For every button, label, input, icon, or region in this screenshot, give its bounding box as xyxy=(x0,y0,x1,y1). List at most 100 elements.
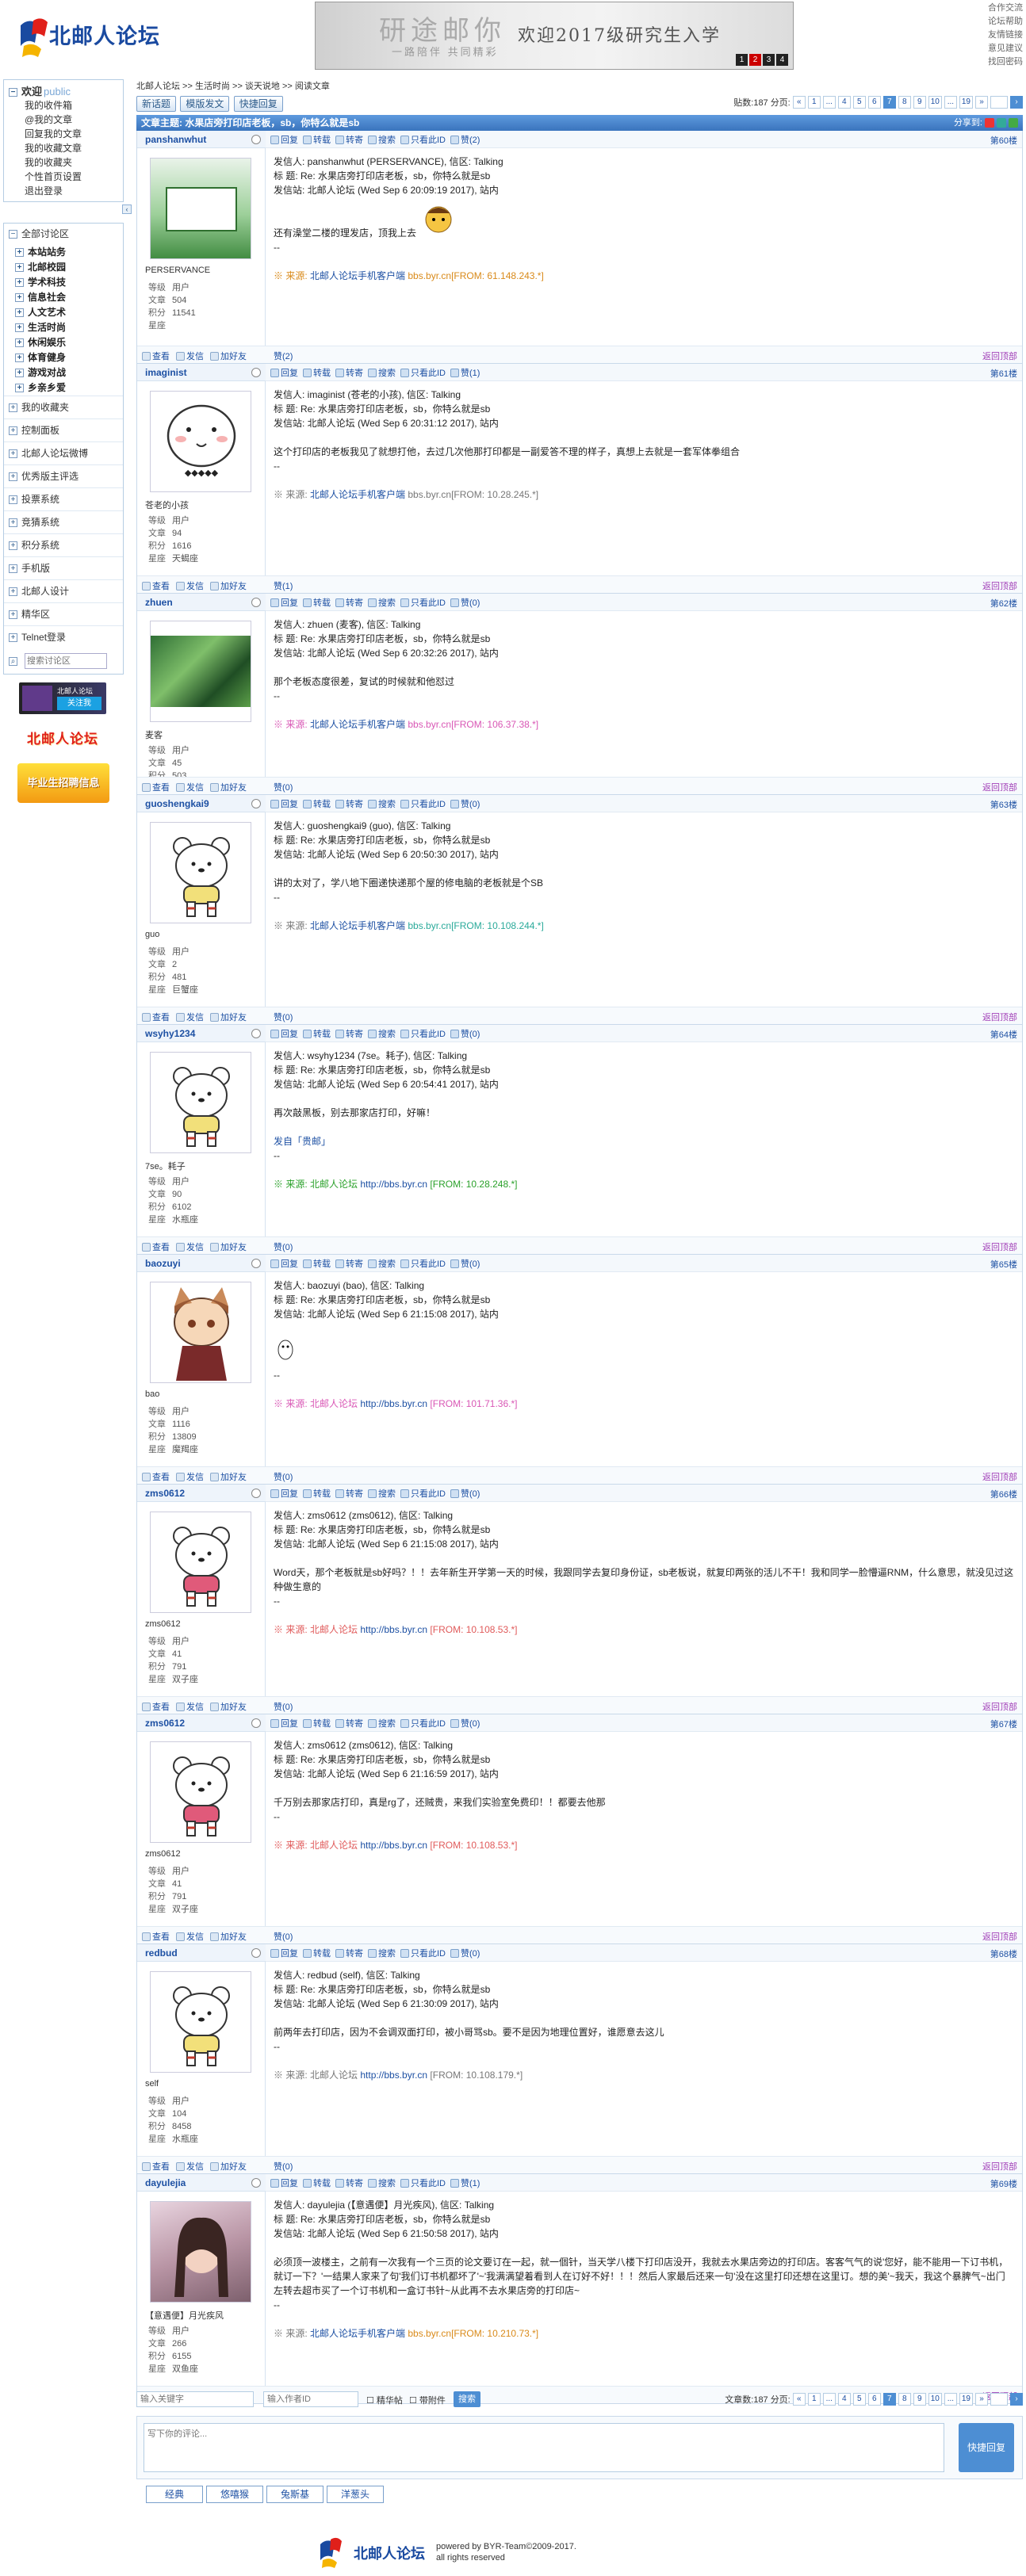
user-link[interactable]: 我的收件箱 xyxy=(9,98,118,113)
footer-like[interactable]: 赞(0) xyxy=(274,781,293,793)
top-link[interactable]: 友情链接 xyxy=(988,29,1023,42)
emoticon-tab[interactable]: 洋葱头 xyxy=(327,2486,384,2503)
expand-icon[interactable]: + xyxy=(15,323,24,333)
user-link[interactable]: 我的收藏夹 xyxy=(9,155,118,170)
only-action[interactable]: 只看此ID xyxy=(400,366,446,379)
forward-action[interactable]: 转载 xyxy=(303,133,331,146)
mail-action[interactable]: 发信 xyxy=(176,781,204,793)
board-section[interactable]: + 信息社会 xyxy=(15,290,123,305)
mail-action[interactable]: 发信 xyxy=(176,1470,204,1483)
avatar[interactable]: ◆◆◆◆◆ xyxy=(150,391,251,492)
transfer-action[interactable]: 转寄 xyxy=(335,797,363,810)
bottom-search-button[interactable]: 搜索 xyxy=(454,2391,480,2407)
view-action[interactable]: 查看 xyxy=(142,579,170,592)
floor-link[interactable]: 第61楼 xyxy=(990,367,1017,380)
view-action[interactable]: 查看 xyxy=(142,350,170,362)
view-action[interactable]: 查看 xyxy=(142,1011,170,1023)
forward-action[interactable]: 转载 xyxy=(303,1717,331,1729)
page-link[interactable]: 1 xyxy=(807,96,821,109)
forward-action[interactable]: 转载 xyxy=(303,1027,331,1040)
page-link[interactable]: 10 xyxy=(928,96,942,109)
expand-icon[interactable]: + xyxy=(9,495,17,505)
avatar[interactable] xyxy=(150,1971,251,2073)
source-link[interactable]: http://bbs.byr.cn xyxy=(360,1398,427,1409)
expand-icon[interactable]: + xyxy=(9,426,17,436)
template-post-button[interactable]: 模版发文 xyxy=(180,96,230,112)
renren-share-icon[interactable] xyxy=(1009,118,1018,128)
top-link[interactable]: 合作交流 xyxy=(988,2,1023,15)
footer-like[interactable]: 赞(0) xyxy=(274,1470,293,1483)
back-to-top-link[interactable]: 返回顶部 xyxy=(982,1470,1017,1483)
expand-icon[interactable]: + xyxy=(15,338,24,348)
banner-page-dot[interactable]: 2 xyxy=(749,54,761,66)
only-action[interactable]: 只看此ID xyxy=(400,596,446,609)
avatar[interactable] xyxy=(150,1512,251,1613)
reply-action[interactable]: 回复 xyxy=(270,797,298,810)
expand-icon[interactable]: + xyxy=(9,449,17,459)
like-action[interactable]: 赞(0) xyxy=(450,1717,480,1729)
like-action[interactable]: 赞(2) xyxy=(450,133,480,146)
new-topic-button[interactable]: 新话题 xyxy=(136,96,177,112)
reply-action[interactable]: 回复 xyxy=(270,366,298,379)
like-action[interactable]: 赞(0) xyxy=(450,1257,480,1270)
expand-icon[interactable]: + xyxy=(15,293,24,303)
page-link[interactable]: ... xyxy=(822,2393,836,2406)
back-to-top-link[interactable]: 返回顶部 xyxy=(982,1011,1017,1023)
board-section[interactable]: + 体育健身 xyxy=(15,350,123,365)
forward-action[interactable]: 转载 xyxy=(303,797,331,810)
board-section[interactable]: + 学术科技 xyxy=(15,275,123,290)
page-link[interactable]: 10 xyxy=(928,2393,942,2406)
qq-share-icon[interactable] xyxy=(997,118,1006,128)
forward-action[interactable]: 转载 xyxy=(303,366,331,379)
transfer-action[interactable]: 转寄 xyxy=(335,366,363,379)
source-link[interactable]: 北邮人论坛手机客户端 xyxy=(310,270,405,281)
add-friend-action[interactable]: 加好友 xyxy=(210,1011,247,1023)
sidebar-item[interactable]: + 我的收藏夹 xyxy=(4,396,123,419)
avatar[interactable] xyxy=(150,621,251,722)
footer-like[interactable]: 赞(1) xyxy=(274,579,293,592)
author-id-link[interactable]: zms0612 xyxy=(145,1488,185,1499)
floor-link[interactable]: 第69楼 xyxy=(990,2177,1017,2190)
like-action[interactable]: 赞(1) xyxy=(450,366,480,379)
search-action[interactable]: 搜索 xyxy=(368,1257,396,1270)
top-link[interactable]: 论坛帮助 xyxy=(988,15,1023,29)
add-friend-action[interactable]: 加好友 xyxy=(210,1470,247,1483)
add-friend-action[interactable]: 加好友 xyxy=(210,2160,247,2173)
expand-icon[interactable]: + xyxy=(9,610,17,620)
user-link[interactable]: 个性首页设置 xyxy=(9,170,118,184)
sidebar-item[interactable]: + 精华区 xyxy=(4,602,123,625)
add-friend-action[interactable]: 加好友 xyxy=(210,579,247,592)
floor-link[interactable]: 第62楼 xyxy=(990,597,1017,610)
page-link[interactable]: « xyxy=(792,96,806,109)
forward-action[interactable]: 转载 xyxy=(303,1257,331,1270)
reply-textarea[interactable] xyxy=(144,2423,944,2472)
mail-action[interactable]: 发信 xyxy=(176,1700,204,1713)
reply-action[interactable]: 回复 xyxy=(270,1947,298,1959)
expand-icon[interactable]: + xyxy=(15,263,24,273)
reply-action[interactable]: 回复 xyxy=(270,1717,298,1729)
page-jump-input[interactable] xyxy=(990,2393,1008,2406)
like-action[interactable]: 赞(0) xyxy=(450,797,480,810)
emoticon-tab[interactable]: 兔斯基 xyxy=(266,2486,323,2503)
page-link[interactable]: 7 xyxy=(882,96,896,109)
search-action[interactable]: 搜索 xyxy=(368,366,396,379)
user-link[interactable]: 回复我的文章 xyxy=(9,127,118,141)
page-link[interactable]: 6 xyxy=(867,2393,881,2406)
page-link[interactable]: 19 xyxy=(959,2393,973,2406)
avatar[interactable] xyxy=(150,822,251,923)
forward-action[interactable]: 转载 xyxy=(303,1487,331,1500)
sidebar-item[interactable]: + Telnet登录 xyxy=(4,625,123,648)
weibo-promo[interactable]: 北邮人论坛 关注我 xyxy=(19,682,106,714)
only-action[interactable]: 只看此ID xyxy=(400,1027,446,1040)
page-link[interactable]: « xyxy=(792,2393,806,2406)
only-action[interactable]: 只看此ID xyxy=(400,1487,446,1500)
page-link[interactable]: ... xyxy=(944,2393,957,2406)
floor-link[interactable]: 第64楼 xyxy=(990,1028,1017,1041)
view-action[interactable]: 查看 xyxy=(142,2160,170,2173)
expand-icon[interactable]: + xyxy=(15,354,24,363)
back-to-top-link[interactable]: 返回顶部 xyxy=(982,781,1017,793)
page-link[interactable]: ... xyxy=(822,96,836,109)
page-link[interactable]: ... xyxy=(944,96,957,109)
top-link[interactable]: 找回密码 xyxy=(988,55,1023,69)
add-friend-action[interactable]: 加好友 xyxy=(210,781,247,793)
